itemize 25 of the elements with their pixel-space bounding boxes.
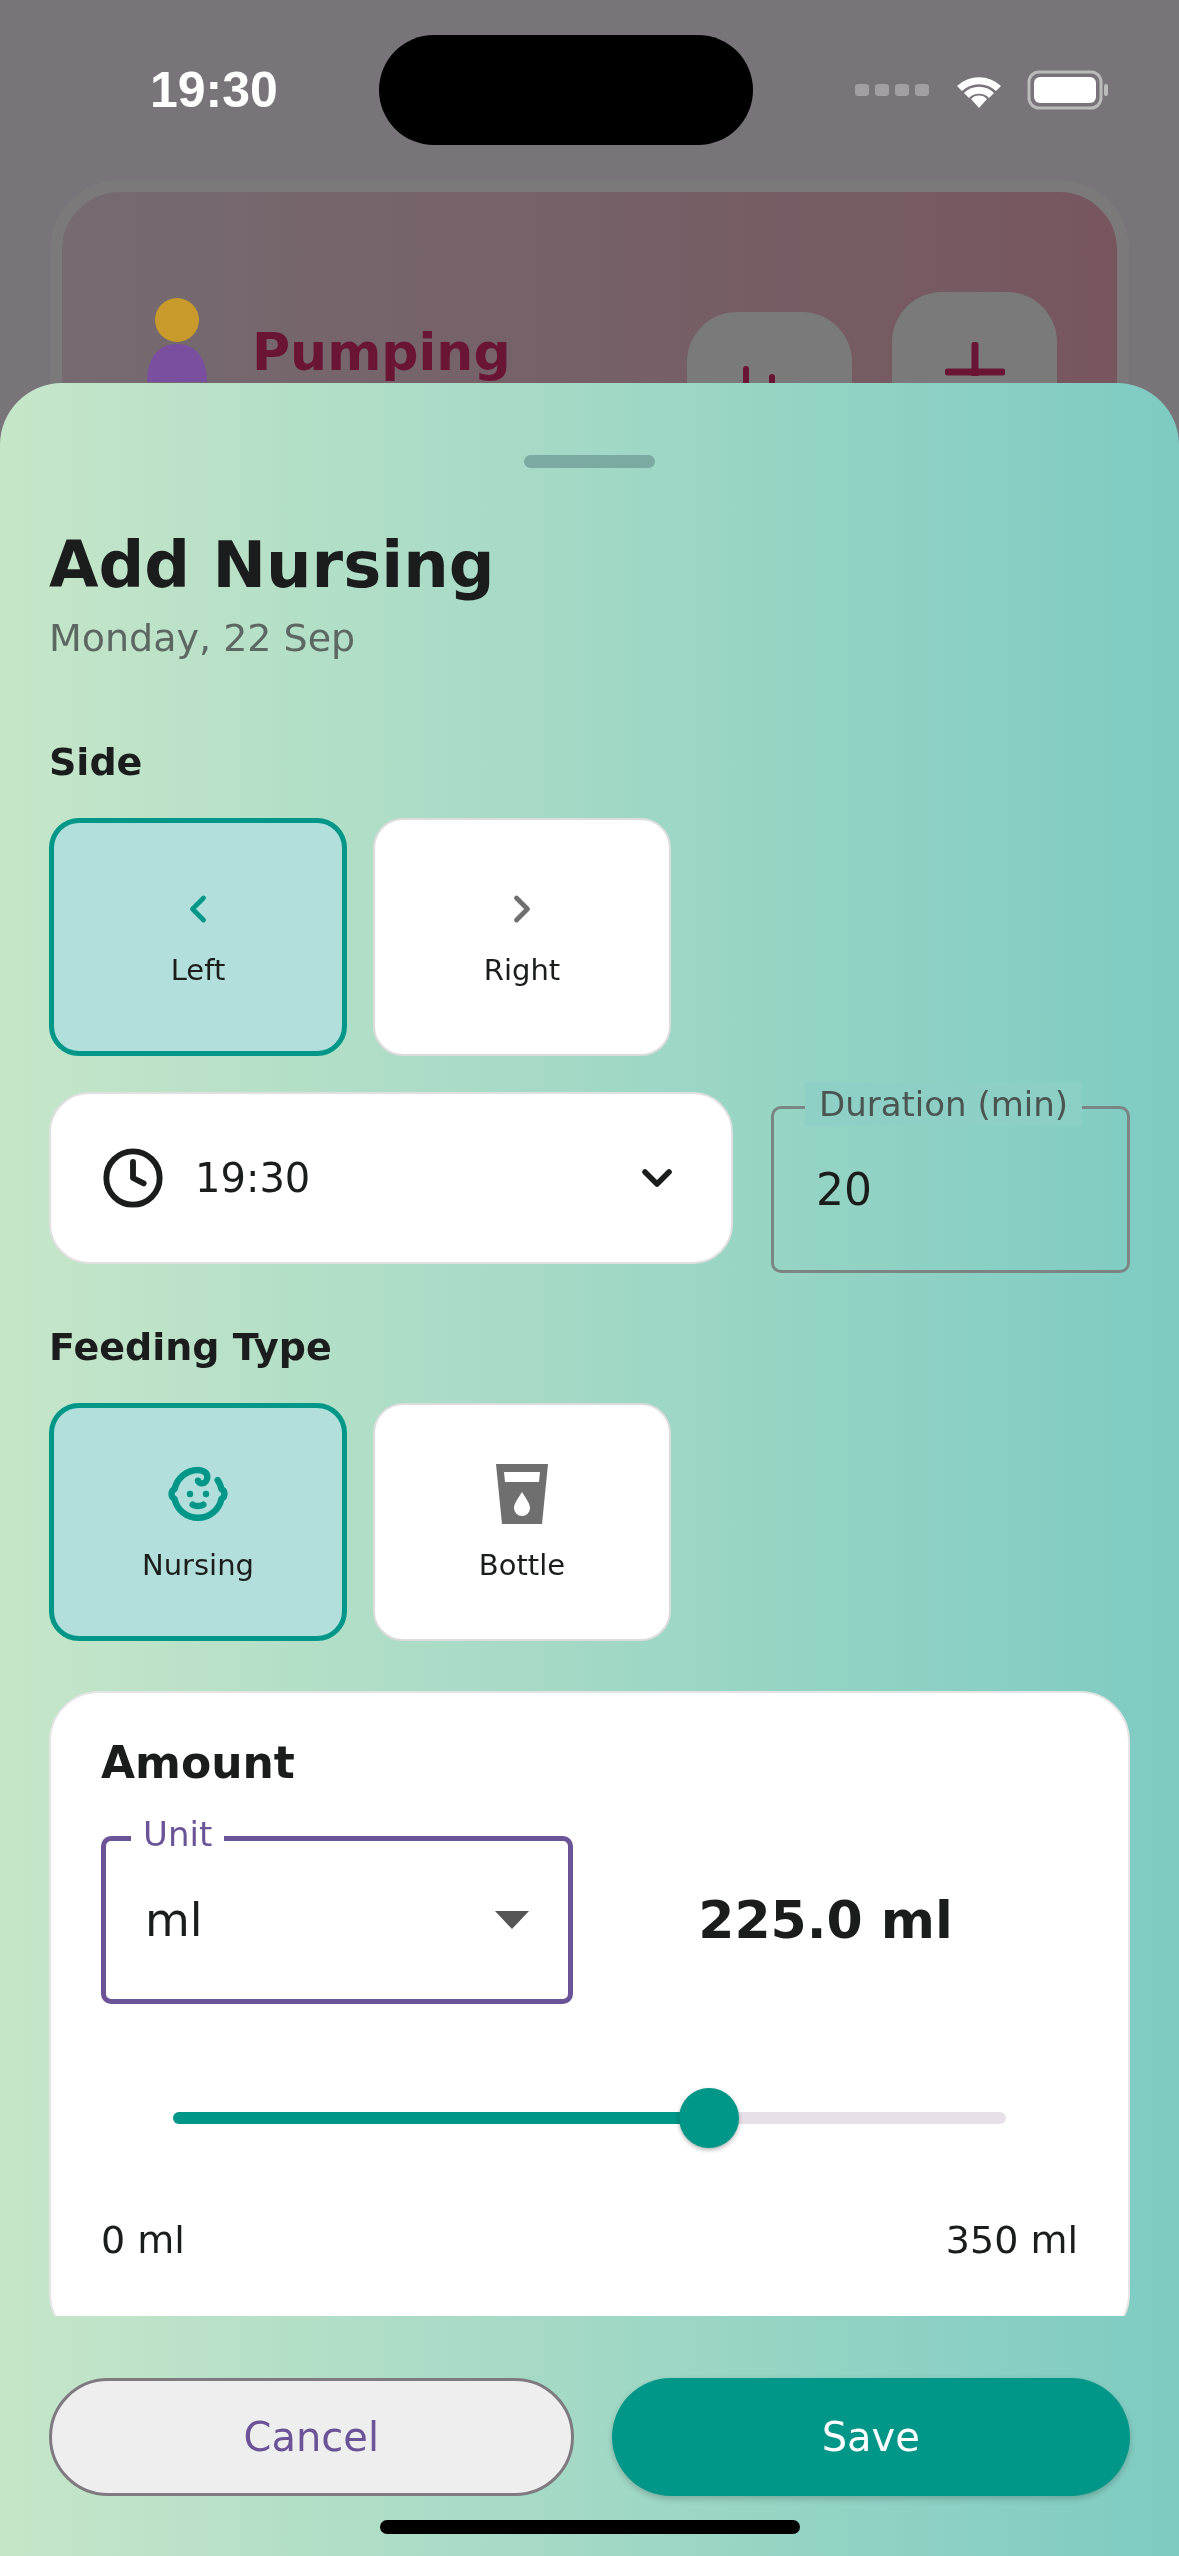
min-label: 0 ml [101,2218,185,2262]
drag-handle[interactable] [524,455,655,468]
battery-icon [1027,70,1109,110]
signal-icon [855,82,931,98]
card-title: Pumping [252,322,512,382]
side-option[interactable]: Left [49,818,347,1056]
section-label: Feeding Type [49,1325,333,1369]
feeding-option[interactable]: Bottle [373,1403,671,1641]
max-label: 350 ml [945,2218,1078,2262]
cup-icon [494,1462,550,1526]
dropdown-arrow-icon [495,1911,529,1929]
plus-icon [944,342,1005,376]
save-button[interactable]: Save [611,2378,1130,2496]
clock-icon [101,1145,165,1210]
amount-reading: 225.0 ml [697,1890,954,1950]
time-picker[interactable]: 19:30 [49,1091,733,1264]
slider-thumb[interactable] [678,2088,739,2148]
card-title: Amount [101,1737,296,1788]
section-label: Side [49,740,144,784]
cancel-button[interactable]: Cancel [49,2378,574,2496]
status-time: 19:30 [150,61,278,119]
sheet-title: Add Nursing [49,528,496,602]
side-option[interactable]: Right [373,818,671,1056]
date-text: Monday, 22 Sep [49,616,357,660]
feeding-option[interactable]: Nursing [49,1403,347,1641]
